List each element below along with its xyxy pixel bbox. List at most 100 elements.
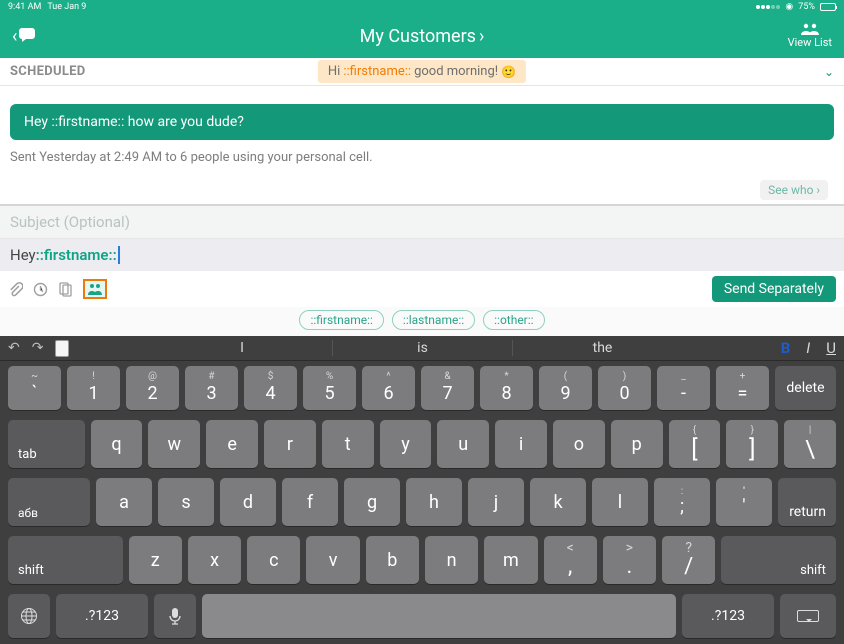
- key-punct-z-2[interactable]: ?/: [662, 536, 715, 584]
- sent-message-bubble: Hey ::firstname:: how are you dude?: [10, 104, 834, 140]
- tab-key[interactable]: tab: [8, 420, 85, 468]
- key-o[interactable]: o: [553, 420, 605, 468]
- key-l[interactable]: l: [592, 478, 648, 526]
- key-f[interactable]: f: [282, 478, 338, 526]
- message-input[interactable]: Hey ::firstname::: [0, 239, 844, 271]
- key-w[interactable]: w: [148, 420, 200, 468]
- hide-keyboard-key[interactable]: [780, 594, 836, 638]
- key-bracket-1[interactable]: }]: [726, 420, 778, 468]
- key-j[interactable]: j: [468, 478, 524, 526]
- see-who-button[interactable]: See who ›: [760, 180, 828, 200]
- key-5[interactable]: %5: [303, 366, 356, 410]
- key-c[interactable]: c: [247, 536, 300, 584]
- key-e[interactable]: e: [206, 420, 258, 468]
- key-6[interactable]: ^6: [362, 366, 415, 410]
- people-icon: [88, 282, 102, 296]
- key-g[interactable]: g: [344, 478, 400, 526]
- globe-key[interactable]: [8, 594, 50, 638]
- suggestion-1[interactable]: I: [152, 340, 332, 356]
- numbers-key-right[interactable]: .?123: [682, 594, 774, 638]
- key-1[interactable]: !1: [67, 366, 120, 410]
- key-punct-z-1[interactable]: >.: [603, 536, 656, 584]
- token-lastname[interactable]: ::lastname::: [392, 310, 475, 330]
- key-r[interactable]: r: [264, 420, 316, 468]
- compose-toolbar: Send Separately: [0, 271, 844, 307]
- key-0[interactable]: )0: [598, 366, 651, 410]
- key-`[interactable]: ~`: [8, 366, 61, 410]
- key-k[interactable]: k: [530, 478, 586, 526]
- firstname-token: ::firstname::: [36, 246, 117, 264]
- language-key[interactable]: абв: [8, 478, 90, 526]
- shift-key-left[interactable]: shift: [8, 536, 123, 584]
- key--[interactable]: _-: [657, 366, 710, 410]
- delete-key[interactable]: delete: [775, 366, 836, 410]
- key-i[interactable]: i: [495, 420, 547, 468]
- firstname-token: ::firstname::: [343, 64, 411, 79]
- key-p[interactable]: p: [611, 420, 663, 468]
- personalize-button[interactable]: [83, 279, 107, 299]
- key-h[interactable]: h: [406, 478, 462, 526]
- subject-input[interactable]: Subject (Optional): [0, 206, 844, 239]
- keyboard-row-bottom: .?123 .?123: [0, 589, 844, 644]
- key-m[interactable]: m: [484, 536, 537, 584]
- key-bracket-0[interactable]: {[: [669, 420, 721, 468]
- key-q[interactable]: q: [91, 420, 143, 468]
- token-other[interactable]: ::other::: [483, 310, 544, 330]
- key-u[interactable]: u: [437, 420, 489, 468]
- key-v[interactable]: v: [306, 536, 359, 584]
- chevron-right-icon: ›: [479, 26, 484, 47]
- suggestion-3[interactable]: the: [512, 340, 692, 356]
- key-7[interactable]: &7: [421, 366, 474, 410]
- view-list-button[interactable]: View List: [788, 23, 832, 49]
- key-n[interactable]: n: [425, 536, 478, 584]
- notes-icon[interactable]: [58, 282, 73, 297]
- mic-icon: [169, 607, 181, 625]
- key-punct-a-1[interactable]: "': [716, 478, 772, 526]
- key-b[interactable]: b: [366, 536, 419, 584]
- status-date: Tue Jan 9: [47, 2, 86, 12]
- suggestion-2[interactable]: is: [332, 340, 512, 356]
- keyboard: ↶ ↷ I is the B I U ~`!1@2#3$4%5^6&7*8(9)…: [0, 336, 844, 644]
- status-time: 9:41 AM: [8, 2, 41, 12]
- keyboard-row-z: shiftzxcvbnm<,>.?/shift: [0, 531, 844, 589]
- key-a[interactable]: a: [96, 478, 152, 526]
- sent-info: Sent Yesterday at 2:49 AM to 6 people us…: [10, 148, 834, 179]
- key-s[interactable]: s: [158, 478, 214, 526]
- back-button[interactable]: ‹: [12, 26, 39, 47]
- numbers-key[interactable]: .?123: [56, 594, 148, 638]
- return-key[interactable]: return: [778, 478, 836, 526]
- page-title[interactable]: My Customers ›: [360, 26, 485, 47]
- suggestion-bar: ↶ ↷ I is the B I U: [0, 336, 844, 361]
- globe-icon: [20, 607, 38, 625]
- schedule-icon[interactable]: [33, 282, 48, 297]
- key-4[interactable]: $4: [244, 366, 297, 410]
- battery-icon: [820, 3, 836, 11]
- key-=[interactable]: +=: [716, 366, 769, 410]
- compose-area: Subject (Optional) Hey ::firstname:: Sen…: [0, 204, 844, 336]
- status-right: ◉ 75%: [756, 2, 836, 12]
- keyboard-hide-icon: [797, 610, 819, 622]
- key-8[interactable]: *8: [480, 366, 533, 410]
- shift-key-right[interactable]: shift: [721, 536, 836, 584]
- mic-key[interactable]: [154, 594, 196, 638]
- token-firstname[interactable]: ::firstname::: [299, 310, 384, 330]
- chevron-down-icon: ⌄: [824, 65, 834, 79]
- app-header: ‹ My Customers › View List: [0, 14, 844, 58]
- key-z[interactable]: z: [129, 536, 182, 584]
- scheduled-row[interactable]: SCHEDULED Hi ::firstname:: good morning!…: [0, 58, 844, 86]
- key-punct-z-0[interactable]: <,: [544, 536, 597, 584]
- key-x[interactable]: x: [188, 536, 241, 584]
- key-2[interactable]: @2: [126, 366, 179, 410]
- smiley-icon: 🙂: [501, 65, 516, 79]
- key-y[interactable]: y: [380, 420, 432, 468]
- key-punct-a-0[interactable]: :;: [654, 478, 710, 526]
- space-key[interactable]: [202, 594, 676, 638]
- key-3[interactable]: #3: [185, 366, 238, 410]
- send-button[interactable]: Send Separately: [712, 276, 836, 302]
- attach-icon[interactable]: [8, 282, 23, 297]
- wifi-icon: ◉: [785, 2, 793, 12]
- key-t[interactable]: t: [322, 420, 374, 468]
- key-d[interactable]: d: [220, 478, 276, 526]
- key-9[interactable]: (9: [539, 366, 592, 410]
- key-bracket-2[interactable]: |\: [784, 420, 836, 468]
